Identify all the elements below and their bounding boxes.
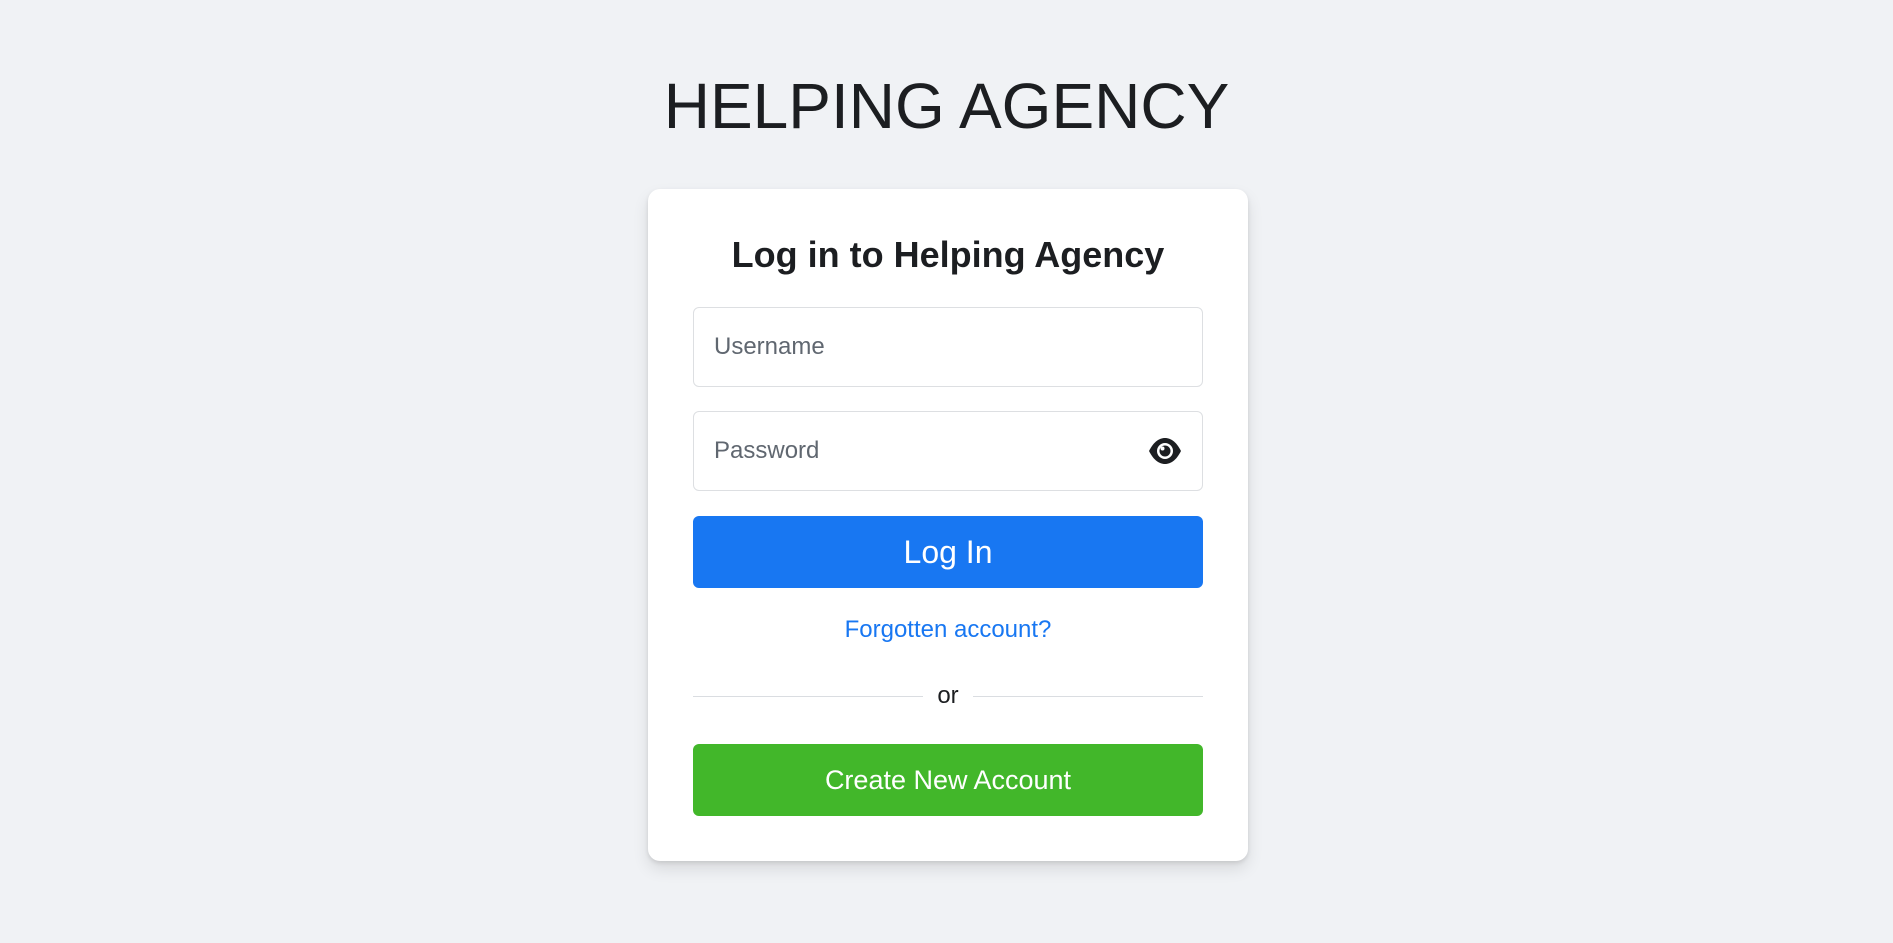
password-input[interactable]	[694, 412, 1202, 490]
forgotten-account-link[interactable]: Forgotten account?	[648, 615, 1248, 645]
divider-line-right	[973, 696, 1203, 697]
username-field[interactable]	[693, 307, 1203, 387]
username-input[interactable]	[694, 308, 1202, 386]
login-button[interactable]: Log In	[693, 516, 1203, 588]
or-divider: or	[693, 681, 1203, 711]
brand-title: HELPING AGENCY	[663, 70, 1230, 142]
eye-icon[interactable]	[1148, 436, 1182, 466]
create-account-button[interactable]: Create New Account	[693, 744, 1203, 816]
login-card: Log in to Helping Agency Log In Forgotte…	[648, 189, 1248, 861]
password-field[interactable]	[693, 411, 1203, 491]
login-card-title: Log in to Helping Agency	[731, 234, 1165, 275]
